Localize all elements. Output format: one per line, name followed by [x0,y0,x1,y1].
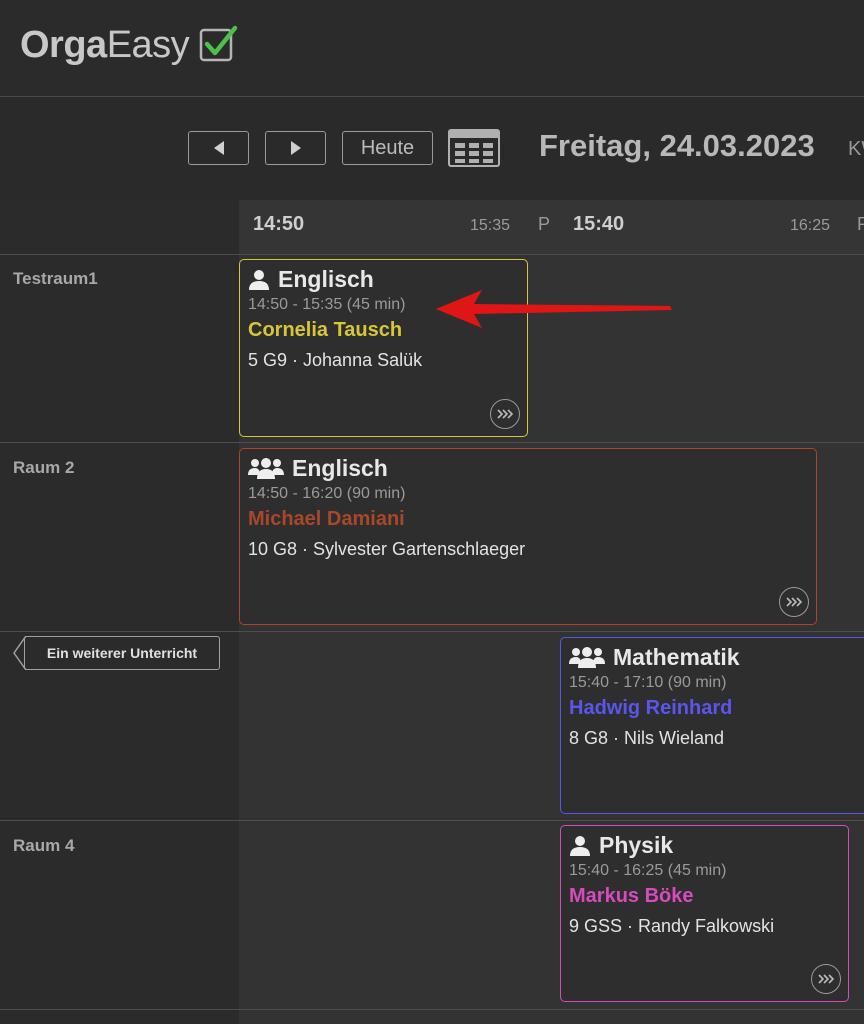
more-lessons-tag[interactable]: Ein weiterer Unterricht [13,636,220,670]
row-divider [0,820,864,821]
lesson-card[interactable]: Englisch 14:50 - 15:35 (45 min) Cornelia… [239,259,528,437]
class-info: 8 G8 · Nils Wieland [569,728,725,748]
group-icon [569,646,605,668]
group-icon [248,457,284,479]
class-info: 10 G8 · Sylvester Gartenschlaeger [248,539,526,559]
class-info: 5 G9 · Johanna Salük [248,350,423,370]
arrow-right-icon [290,141,301,155]
teacher-name: Markus Böke [569,885,694,907]
room-label: Raum 4 [13,836,75,855]
lesson-card[interactable]: Englisch 14:50 - 16:20 (90 min) Michael … [239,448,817,625]
prev-day-button[interactable] [188,131,249,165]
date-title: Freitag, 24.03.2023 [539,128,815,163]
row-divider [0,254,864,255]
single-person-icon [249,269,269,290]
teacher-name: Michael Damiani [248,508,405,530]
top-bar: OrgaEasy [0,0,864,97]
single-person-icon [570,835,590,856]
today-button[interactable]: Heute [342,131,433,165]
lesson-card[interactable]: Mathematik 15:40 - 17:10 (90 min) Hadwig… [560,637,864,814]
calendar-grid-icon[interactable] [448,129,500,167]
checkbox-check-icon [199,25,238,62]
chevrons-right-icon[interactable] [490,399,520,429]
teacher-name: Hadwig Reinhard [569,697,733,719]
room-label: Raum 2 [13,458,75,477]
next-day-button[interactable] [265,131,326,165]
tag-notch-icon [13,636,27,670]
lesson-card[interactable]: Physik 15:40 - 16:25 (45 min) Markus Bök… [560,825,849,1002]
row-divider [0,631,864,632]
annotation-arrow-icon [436,290,672,328]
class-info: 9 GSS · Randy Falkowski [569,916,775,936]
row-divider [0,442,864,443]
chevrons-right-icon[interactable] [811,964,841,994]
arrow-left-icon [213,141,224,155]
app-logo[interactable]: OrgaEasy [20,24,190,67]
row-divider [0,1009,864,1010]
week-label: KW [848,138,864,160]
chevrons-right-icon[interactable] [779,587,809,617]
room-label: Testraum1 [13,269,98,288]
time-header [239,200,864,254]
